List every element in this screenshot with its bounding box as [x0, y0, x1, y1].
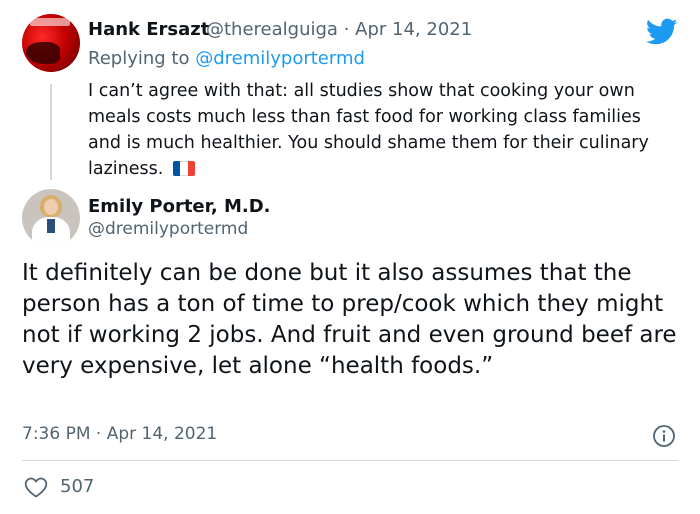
heart-icon[interactable] [24, 476, 48, 498]
reply-tweet-text: I can’t agree with that: all studies sho… [88, 78, 668, 182]
thread-connector-line [50, 84, 52, 180]
avatar-detail [26, 42, 60, 64]
reply-author-handle[interactable]: @therealguiga [206, 19, 338, 40]
reply-date[interactable]: Apr 14, 2021 [355, 19, 472, 40]
avatar-detail [44, 199, 58, 215]
meta-separator: · [343, 19, 350, 40]
main-tweet-text: It definitely can be done but it also as… [22, 260, 677, 379]
replying-prefix: Replying to [88, 48, 190, 69]
main-author-name[interactable]: Emily Porter, M.D. [88, 196, 271, 217]
info-icon[interactable] [652, 424, 676, 448]
reply-author-name[interactable]: Hank Ersazt [88, 19, 209, 40]
tweet-time: 7:36 PM [22, 424, 91, 444]
avatar-detail [47, 219, 55, 233]
main-author-handle[interactable]: @dremilyportermd [88, 219, 248, 239]
meta-separator: · [95, 424, 102, 444]
emily-avatar[interactable] [22, 189, 80, 247]
hank-avatar[interactable] [22, 14, 80, 72]
tweet-date: Apr 14, 2021 [106, 424, 218, 444]
france-flag-icon [172, 161, 195, 176]
like-count: 507 [60, 476, 95, 497]
replying-mention-link[interactable]: @dremilyportermd [195, 48, 365, 69]
reply-author-meta: @therealguiga · Apr 14, 2021 [206, 19, 472, 40]
tweet-divider [22, 460, 678, 461]
avatar-detail [30, 18, 70, 26]
twitter-bird-icon[interactable] [646, 18, 678, 46]
replying-to-line: Replying to @dremilyportermd [88, 48, 365, 69]
main-tweet-timestamp[interactable]: 7:36 PM · Apr 14, 2021 [22, 424, 217, 444]
